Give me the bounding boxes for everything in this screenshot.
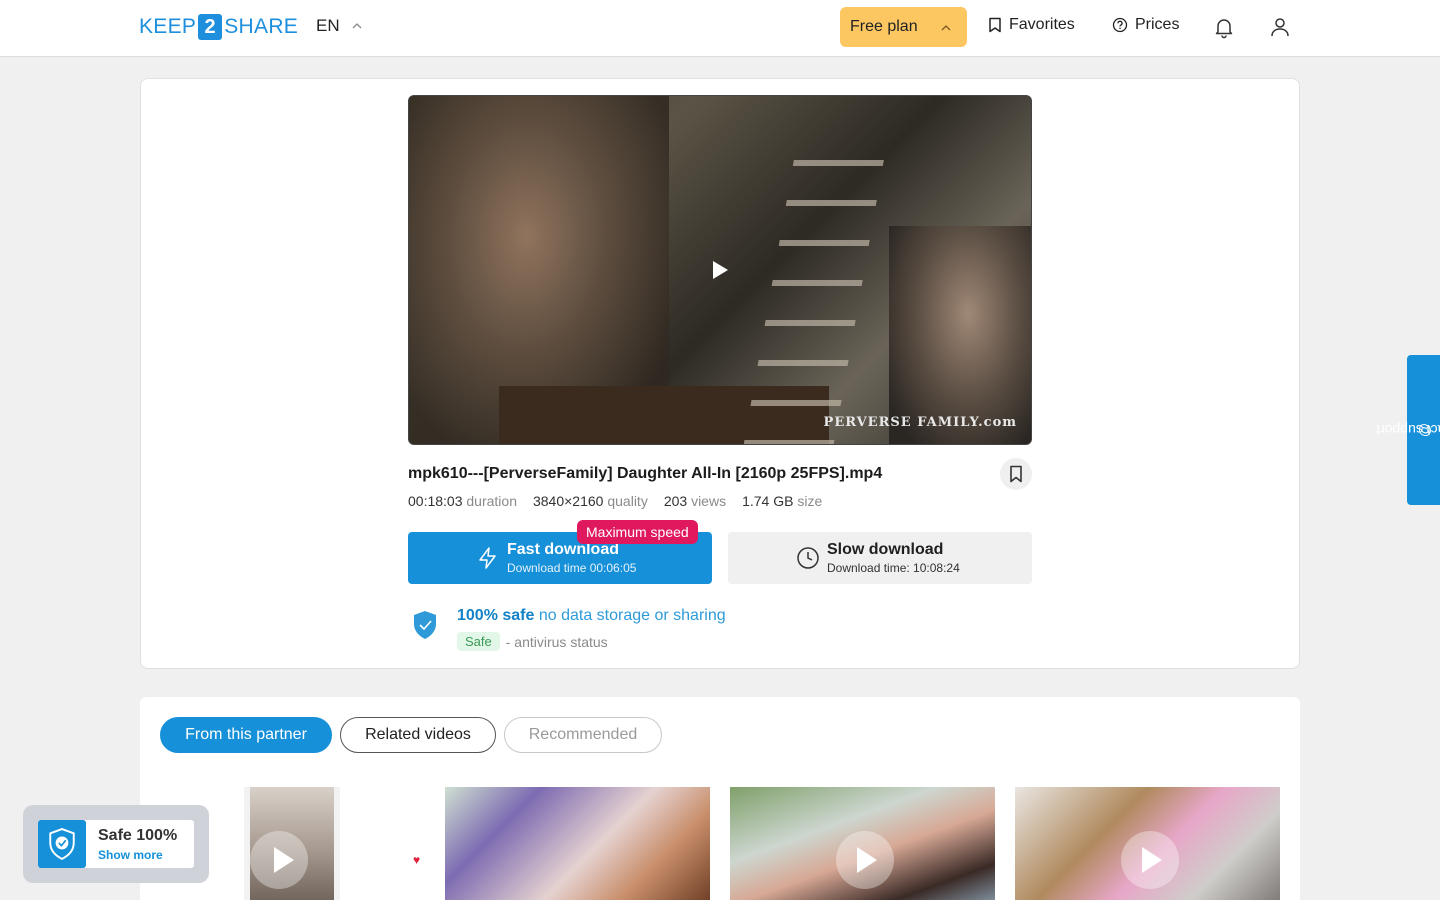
- bookmark-icon: [1010, 465, 1022, 483]
- tab-from-this-partner[interactable]: From this partner: [160, 717, 332, 753]
- meta-views: 203 views: [663, 493, 727, 509]
- logo-text-right: SHARE: [224, 15, 299, 38]
- safe-badge-link[interactable]: Safe 100% Show more: [38, 820, 194, 868]
- lightning-icon: [479, 547, 496, 569]
- safe-badge-show-more[interactable]: Show more: [98, 848, 163, 862]
- maximum-speed-badge: Maximum speed: [577, 520, 698, 544]
- plan-label: Free plan: [850, 18, 918, 35]
- play-icon: [1142, 847, 1162, 873]
- logo-text-left: KEEP: [139, 15, 197, 38]
- favorites-link[interactable]: Favorites: [988, 16, 1075, 34]
- slow-download-label: Slow download: [827, 541, 944, 558]
- slow-download-button[interactable]: Slow download Download time: 10:08:24: [728, 532, 1032, 584]
- chevron-up-icon: [352, 23, 362, 29]
- add-to-favorites-button[interactable]: [1000, 458, 1032, 490]
- slow-download-time: Download time: 10:08:24: [827, 561, 960, 575]
- safety-headline: 100% safe no data storage or sharing: [457, 607, 726, 624]
- bookmark-icon: [989, 17, 1001, 33]
- prices-label: Prices: [1135, 16, 1180, 33]
- logo-text-mid: 2: [198, 14, 223, 40]
- bell-icon[interactable]: [1212, 15, 1236, 39]
- shield-check-icon: [49, 828, 75, 860]
- help-circle-icon: [1112, 17, 1128, 33]
- safe-badge-widget: Safe 100% Show more: [23, 805, 209, 883]
- meta-quality: 3840×2160 quality: [532, 493, 648, 509]
- preview-scene-right: [889, 226, 1031, 444]
- file-meta: 00:18:03 duration 3840×2160 quality 203 …: [408, 493, 822, 509]
- play-icon: [274, 847, 294, 873]
- user-icon[interactable]: [1268, 15, 1292, 39]
- language-label: EN: [316, 16, 340, 35]
- keep2share-logo[interactable]: KEEP 2 SHARE: [139, 14, 298, 40]
- safe-badge-title: Safe 100%: [98, 827, 178, 844]
- fast-download-time: Download time 00:06:05: [507, 561, 637, 575]
- video-thumbnail[interactable]: [730, 787, 995, 900]
- safe-status-pill: Safe: [457, 632, 500, 651]
- video-thumbnail[interactable]: [445, 787, 710, 900]
- tab-recommended[interactable]: Recommended: [504, 717, 662, 753]
- related-section: From this partner Related videos Recomme…: [140, 697, 1300, 900]
- shield-check-icon: [414, 611, 436, 639]
- preview-scene-ladder: [743, 156, 885, 444]
- preview-watermark: PERVERSE FAMILY.com: [823, 415, 1017, 430]
- video-thumbnail[interactable]: [1015, 787, 1280, 900]
- meta-duration: 00:18:03 duration: [408, 493, 517, 509]
- favorites-label: Favorites: [1009, 16, 1075, 33]
- language-selector[interactable]: EN: [316, 16, 362, 36]
- antivirus-status-text: - antivirus status: [505, 633, 608, 650]
- safe-badge-icon-box: [38, 820, 86, 868]
- contact-support-tab[interactable]: @ contact support: [1375, 355, 1440, 505]
- heart-icon: ♥: [413, 853, 421, 867]
- chevron-up-icon: [941, 25, 951, 31]
- clock-icon: [797, 547, 819, 569]
- file-title: mpk610---[PerverseFamily] Daughter All-I…: [408, 465, 883, 482]
- plan-dropdown[interactable]: Free plan: [840, 7, 967, 47]
- play-icon[interactable]: [713, 261, 728, 279]
- video-preview-player[interactable]: PERVERSE FAMILY.com: [408, 95, 1032, 445]
- contact-support-label: @ contact support: [1375, 422, 1440, 438]
- prices-link[interactable]: Prices: [1112, 16, 1179, 34]
- meta-size: 1.74 GB size: [742, 493, 823, 509]
- antivirus-status: Safe - antivirus status: [457, 632, 608, 651]
- top-header: KEEP 2 SHARE EN Free plan Favorites Pric…: [0, 0, 1440, 57]
- play-icon: [857, 847, 877, 873]
- tab-related-videos[interactable]: Related videos: [340, 717, 496, 753]
